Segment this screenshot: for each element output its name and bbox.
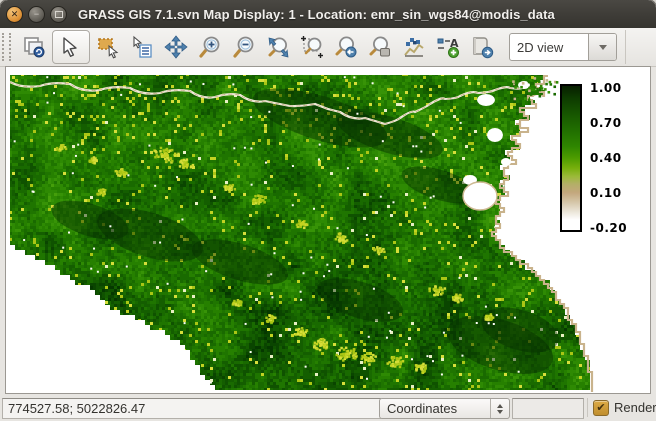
map-canvas[interactable] (6, 67, 650, 393)
zoom-in-button[interactable] (194, 30, 226, 64)
zoom-back-icon (334, 35, 358, 59)
toolbar-separator (625, 30, 626, 64)
close-button[interactable]: ✕ (6, 6, 23, 23)
statusbar-mode-spinner[interactable] (490, 399, 509, 418)
pointer-tool-button[interactable] (52, 30, 90, 64)
zoom-menu-button[interactable] (364, 30, 396, 64)
zoom-out-icon (232, 35, 256, 59)
pointer-icon (59, 35, 83, 59)
legend-label-1: 1.00 (590, 81, 644, 95)
zoom-extent-icon (266, 35, 290, 59)
render-map-icon (22, 35, 46, 59)
window-title: GRASS GIS 7.1.svn Map Display: 1 - Locat… (78, 7, 555, 22)
legend-label-3: 0.40 (590, 151, 644, 165)
statusbar-mode-value: Coordinates (380, 401, 490, 416)
window-controls: ✕ − (6, 6, 67, 23)
query-icon (130, 35, 154, 59)
chevron-down-icon (599, 45, 607, 50)
coordinates-value: 774527.58; 5022826.47 (8, 401, 145, 416)
query-tool-button[interactable] (126, 30, 158, 64)
select-tool-button[interactable] (92, 30, 124, 64)
minimize-button[interactable]: − (28, 6, 45, 23)
save-display-icon (469, 35, 495, 59)
save-display-button[interactable] (466, 30, 498, 64)
map-display-area: 1.00 0.70 0.40 0.10 -0.20 (5, 66, 651, 394)
zoom-menu-icon (368, 35, 392, 59)
legend-label-5: -0.20 (590, 221, 644, 235)
analyze-button[interactable] (398, 30, 430, 64)
pan-icon (164, 35, 188, 59)
zoom-out-button[interactable] (228, 30, 260, 64)
spinner-up-icon (497, 404, 503, 408)
select-icon (96, 35, 120, 59)
render-map-button[interactable] (18, 30, 50, 64)
statusbar-empty-panel (512, 398, 584, 419)
maximize-button[interactable] (50, 6, 67, 23)
add-map-elements-button[interactable]: A (432, 30, 464, 64)
add-map-elements-icon: A (435, 35, 461, 59)
legend-bar (560, 84, 582, 232)
render-label: Render (614, 400, 656, 415)
coordinates-display: 774527.58; 5022826.47 (2, 398, 381, 419)
map-toolbar: A 2D view (0, 28, 656, 67)
zoom-region-button[interactable] (296, 30, 328, 64)
legend-label-4: 0.10 (590, 186, 644, 200)
toolbar-grip[interactable] (2, 33, 11, 61)
render-toggle[interactable]: ✔ Render (587, 398, 656, 417)
zoom-region-icon (300, 35, 324, 59)
maximize-icon (55, 11, 63, 18)
raster-legend[interactable]: 1.00 0.70 0.40 0.10 -0.20 (560, 84, 646, 238)
view-mode-dropdown[interactable]: 2D view (509, 33, 617, 61)
legend-label-2: 0.70 (590, 116, 644, 130)
grass-map-display-window: ✕ − GRASS GIS 7.1.svn Map Display: 1 - L… (0, 0, 656, 421)
render-checkbox[interactable]: ✔ (593, 400, 609, 416)
zoom-extent-button[interactable] (262, 30, 294, 64)
spinner-down-icon (497, 410, 503, 414)
pan-tool-button[interactable] (160, 30, 192, 64)
zoom-back-button[interactable] (330, 30, 362, 64)
analyze-chart-icon (402, 35, 426, 59)
titlebar[interactable]: ✕ − GRASS GIS 7.1.svn Map Display: 1 - L… (0, 0, 656, 28)
statusbar-mode-selector[interactable]: Coordinates (379, 398, 510, 419)
view-mode-dropdown-button[interactable] (588, 34, 616, 60)
view-mode-value: 2D view (510, 40, 588, 55)
zoom-in-icon (198, 35, 222, 59)
statusbar: 774527.58; 5022826.47 Coordinates ✔ Rend… (0, 396, 656, 421)
